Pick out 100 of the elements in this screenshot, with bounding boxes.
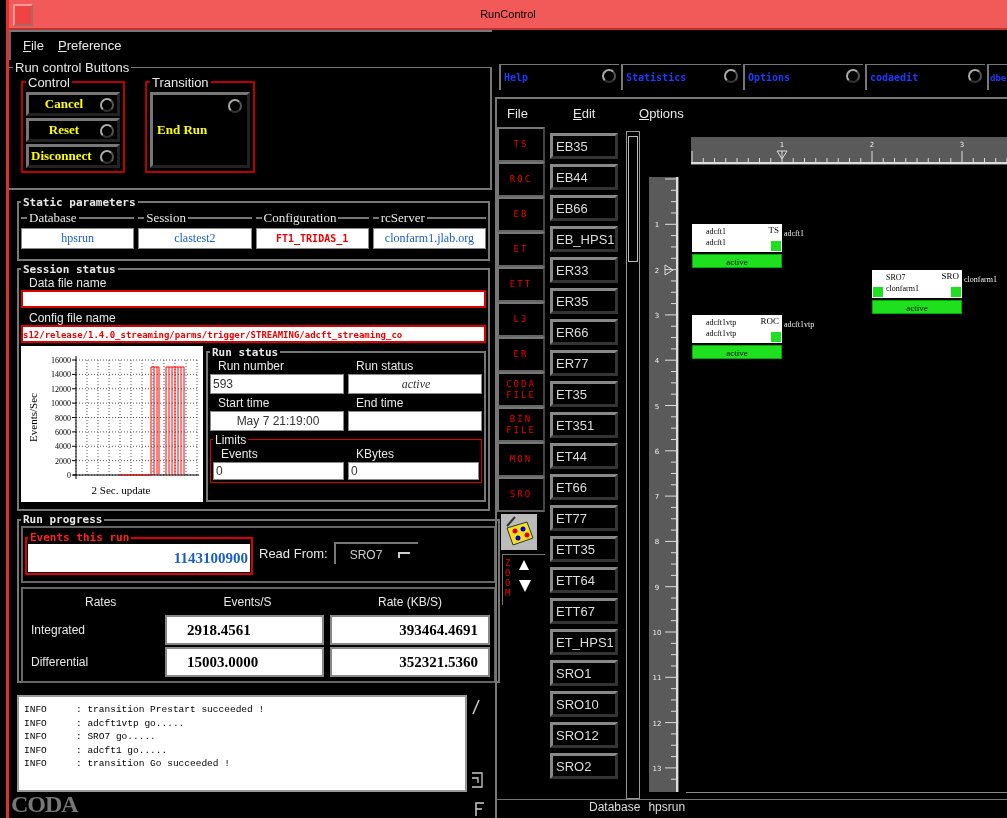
palette-button[interactable]: ROC	[497, 162, 545, 197]
start-time-field: May 7 21:19:00	[210, 410, 344, 431]
component-button[interactable]: ER77	[550, 350, 618, 376]
events-count: 1143100900	[28, 544, 250, 573]
node-status: active	[692, 254, 782, 269]
component-node[interactable]: adcft1vtp ROC adcft1vtp active	[692, 314, 782, 359]
palette-button[interactable]: ER	[497, 337, 545, 372]
host-label: clonfarm1	[964, 274, 997, 284]
input-port[interactable]	[873, 286, 883, 297]
node-host: adcft1	[706, 238, 726, 248]
palette-button[interactable]: EB	[497, 197, 545, 232]
component-button[interactable]: ET351	[550, 412, 618, 438]
control-button[interactable]: Cancel	[26, 91, 120, 116]
marker-icon[interactable]	[664, 264, 674, 276]
log-level: INFO	[24, 716, 48, 731]
node-type: SRO	[941, 270, 959, 281]
parameter-value: clonfarm1.jlab.org	[372, 227, 486, 249]
component-button[interactable]: SRO12	[550, 722, 618, 748]
parameter-value: hpsrun	[21, 227, 135, 249]
component-button[interactable]: EB66	[550, 195, 618, 221]
scrollbar[interactable]	[626, 131, 640, 799]
events-limit-field[interactable]: 0	[213, 461, 344, 480]
indicator-icon	[602, 69, 616, 83]
component-button[interactable]: ET_HPS1	[550, 629, 618, 655]
component-button[interactable]: EB_HPS1	[550, 226, 618, 252]
menu-item[interactable]: File	[23, 38, 44, 54]
component-button[interactable]: ET35	[550, 381, 618, 407]
node-name: adcft1vtp	[706, 317, 737, 327]
control-button[interactable]: Reset	[26, 117, 120, 142]
run-number-field: 593	[210, 373, 344, 394]
zoom-out-icon[interactable]	[518, 579, 532, 593]
indicator-icon	[724, 69, 738, 83]
log-message: : adcft1 go.....	[76, 743, 168, 758]
group-title: Limits	[214, 432, 248, 447]
palette-button[interactable]: MON	[497, 442, 545, 477]
group-title: Events this run	[29, 531, 131, 545]
node-status: active	[872, 299, 962, 314]
tick-label: 14000	[51, 370, 71, 380]
marker-icon[interactable]	[776, 150, 788, 160]
rate-value: 2918.4561	[165, 615, 324, 646]
palette-button[interactable]: BIN FILE	[497, 407, 545, 442]
component-node[interactable]: SRO7 SRO clonfarm1 active	[872, 269, 962, 314]
component-button[interactable]: SRO2	[550, 753, 618, 779]
indicator-icon	[228, 98, 242, 113]
component-button[interactable]: ET66	[550, 474, 618, 500]
group-title: Run status	[211, 345, 280, 359]
indicator-icon	[100, 123, 114, 138]
component-button[interactable]: ETT67	[550, 598, 618, 624]
config-file-field[interactable]: s12/release/1.4.0_streaming/parms/trigger/STREAMING/adcft_streaming_co	[21, 324, 486, 343]
group-title: Run progress	[22, 513, 104, 527]
component-button[interactable]: ET44	[550, 443, 618, 469]
kbytes-limit-field[interactable]: 0	[348, 461, 479, 480]
column-header: Events/S	[222, 594, 273, 612]
component-button[interactable]: ETT35	[550, 536, 618, 562]
end-run-button[interactable]: End Run	[150, 91, 250, 168]
menu-item[interactable]: Preference	[57, 38, 122, 54]
log-message: : transition Go succeeded !	[76, 757, 230, 771]
palette-button[interactable]: ET	[497, 232, 545, 267]
run-status-field: active	[348, 373, 482, 394]
window-title: RunControl	[479, 8, 537, 20]
menu-item[interactable]: Options	[639, 105, 705, 121]
field-label: Read From:	[259, 545, 328, 561]
log-level: INFO	[24, 743, 48, 758]
component-button[interactable]: SRO1	[550, 660, 618, 686]
tick-label: 8000	[55, 413, 71, 423]
palette-icon[interactable]	[501, 514, 537, 550]
tick-label: 4000	[55, 442, 71, 452]
field-label: Start time	[218, 395, 271, 411]
palette-button[interactable]: CODA FILE	[497, 372, 545, 407]
zoom-label: ZOOM	[505, 559, 512, 600]
zoom-in-icon[interactable]	[518, 559, 530, 571]
slash-icon[interactable]	[471, 699, 481, 716]
scrollbar-thumb[interactable]	[628, 136, 638, 262]
group-title: Control	[27, 74, 71, 90]
component-button[interactable]: ER33	[550, 257, 618, 283]
palette-button[interactable]: TS	[497, 127, 545, 162]
component-button[interactable]: ETT64	[550, 567, 618, 593]
field-label: End time	[356, 395, 405, 411]
node-type: TS	[768, 225, 779, 236]
read-from-dropdown[interactable]: SRO7	[333, 542, 418, 565]
component-node[interactable]: adcft1 TS adcft1 active	[692, 224, 782, 269]
parameter-value: FT1_TRIDAS_1	[255, 227, 369, 249]
menu-item[interactable]: Edit	[573, 105, 639, 121]
palette-button[interactable]: SRO	[497, 477, 545, 512]
tick-label: 0	[67, 470, 71, 480]
component-button[interactable]: ER35	[550, 288, 618, 314]
component-button[interactable]: ER66	[550, 319, 618, 345]
node-host: adcft1vtp	[706, 328, 737, 338]
component-button[interactable]: SRO10	[550, 691, 618, 717]
row-label: Integrated	[30, 623, 87, 638]
axis-label: 2 Sec. update	[91, 483, 151, 496]
menu-item[interactable]: File	[507, 105, 573, 121]
data-file-field[interactable]	[21, 289, 486, 308]
component-button[interactable]: EB44	[550, 164, 618, 190]
palette-button[interactable]: ETT	[497, 267, 545, 302]
column-header: Rate (KB/S)	[377, 594, 443, 612]
component-button[interactable]: EB35	[550, 133, 618, 159]
control-button[interactable]: Disconnect	[26, 143, 120, 168]
component-button[interactable]: ET77	[550, 505, 618, 531]
palette-button[interactable]: L3	[497, 302, 545, 337]
